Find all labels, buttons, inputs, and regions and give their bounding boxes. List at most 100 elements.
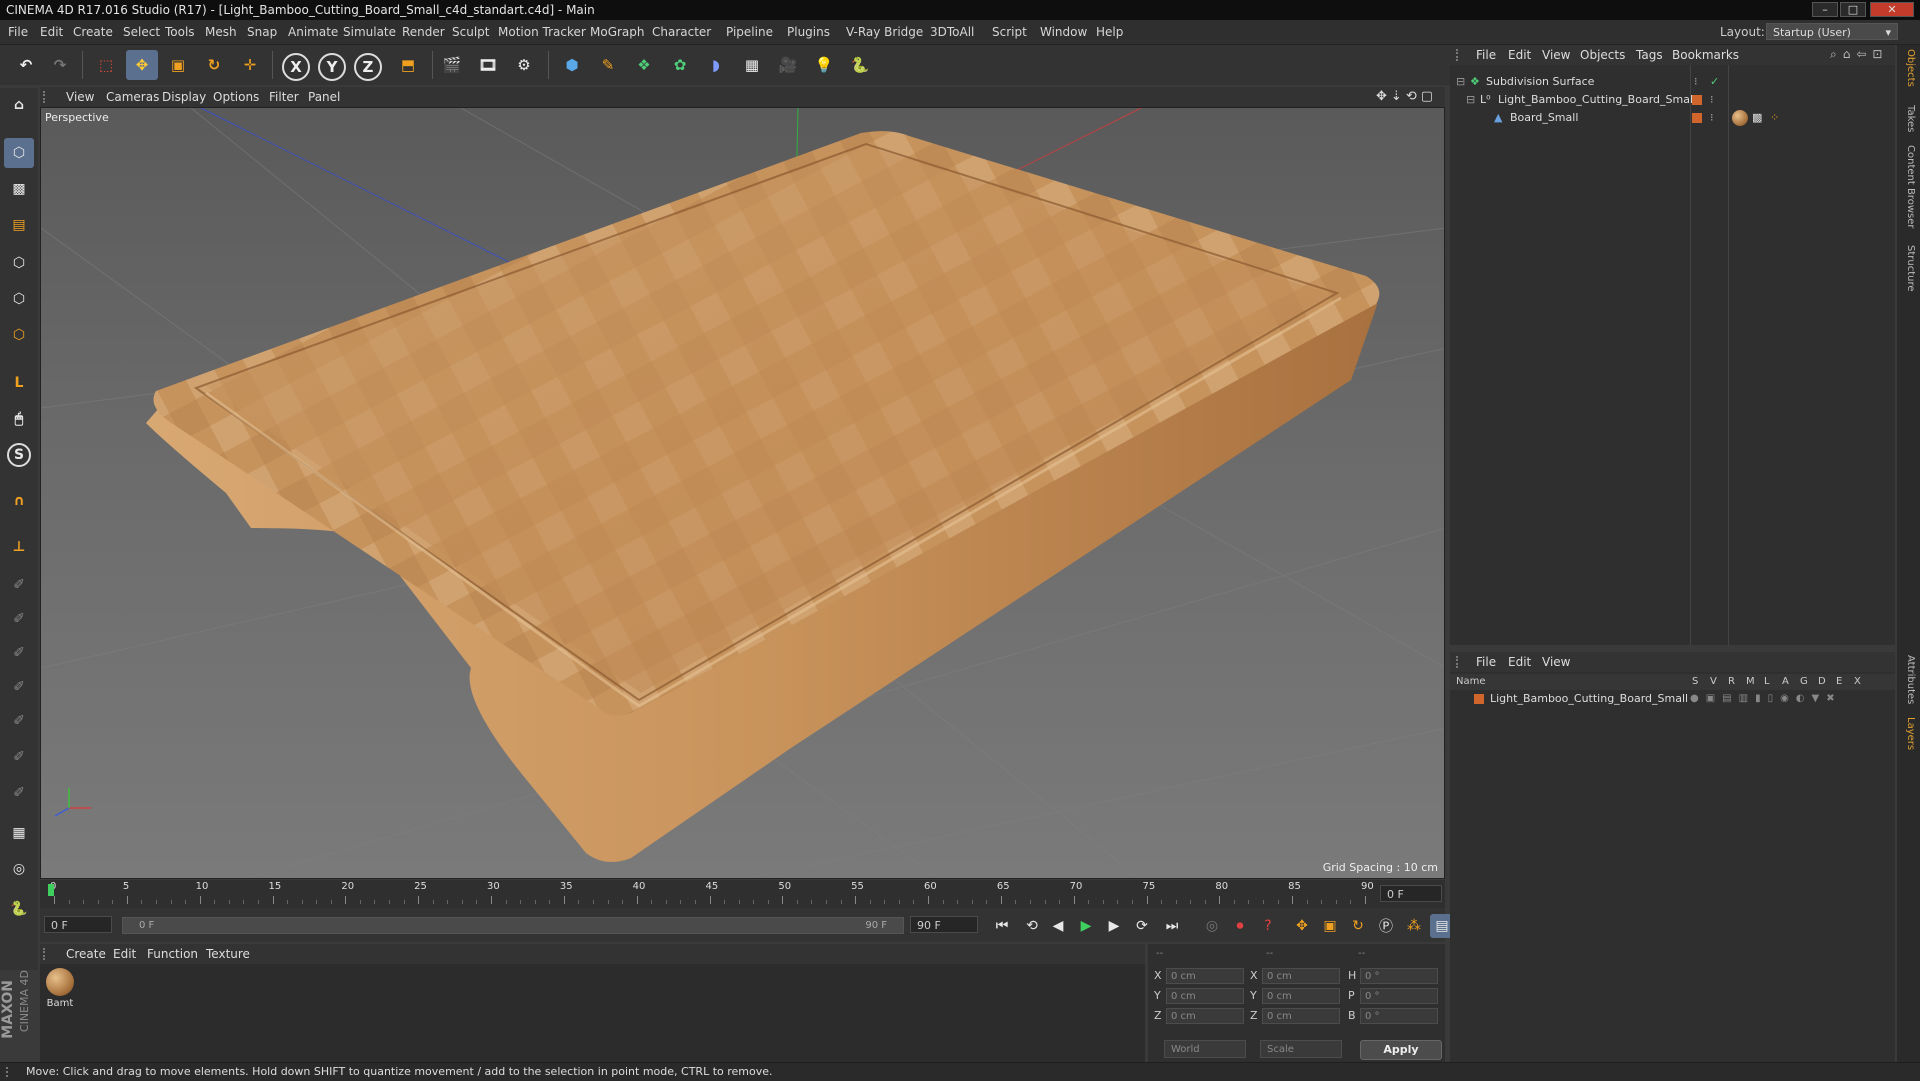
playhead-marker[interactable] bbox=[48, 884, 54, 896]
pen-spline-button[interactable]: ✎ bbox=[592, 50, 624, 80]
axis-mode-button[interactable]: L bbox=[4, 368, 34, 398]
layers-menu-file[interactable]: File bbox=[1476, 652, 1496, 672]
make-editable-button[interactable]: ⌂ bbox=[4, 90, 34, 120]
menu-script[interactable]: Script bbox=[992, 20, 1027, 44]
coord-size-x-field[interactable]: 0 cm bbox=[1262, 968, 1340, 984]
workplane-axis-button[interactable]: ⊥ bbox=[4, 532, 34, 562]
coord-type-dropdown[interactable]: Scale bbox=[1260, 1040, 1342, 1058]
search-icon[interactable]: ⌕⌂⇦⊡ bbox=[1830, 47, 1888, 62]
scale-tool-button[interactable]: ▣ bbox=[162, 50, 194, 80]
move-tool-button[interactable]: ✥ bbox=[126, 50, 158, 80]
menu-mesh[interactable]: Mesh bbox=[205, 20, 237, 44]
coord-pos-x-field[interactable]: 0 cm bbox=[1166, 968, 1244, 984]
menu-edit[interactable]: Edit bbox=[40, 20, 63, 44]
key-pla-button[interactable]: ⁂ bbox=[1402, 914, 1426, 938]
range-slider[interactable]: 0 F 90 F bbox=[122, 917, 904, 934]
x-axis-button[interactable]: X bbox=[282, 53, 310, 81]
menu-animate[interactable]: Animate bbox=[288, 20, 338, 44]
menu-pipeline[interactable]: Pipeline bbox=[726, 20, 773, 44]
key-rotation-button[interactable]: ↻ bbox=[1346, 914, 1370, 938]
menu-sculpt[interactable]: Sculpt bbox=[452, 20, 489, 44]
tweak-mode-button[interactable]: 🖱 bbox=[4, 404, 34, 434]
visibility-dots-icon[interactable]: ⁝ bbox=[1694, 73, 1698, 91]
coord-pos-y-field[interactable]: 0 cm bbox=[1166, 988, 1244, 1004]
python-script-button[interactable]: 🐍 bbox=[4, 894, 34, 924]
brush-tool-5[interactable]: ✐ bbox=[4, 706, 34, 736]
viewport-menu-filter[interactable]: Filter bbox=[269, 87, 299, 107]
coord-rot-b-field[interactable]: 0 ° bbox=[1360, 1008, 1438, 1024]
undo-button[interactable]: ↶ bbox=[10, 50, 42, 80]
material-menu-create[interactable]: Create bbox=[66, 944, 106, 964]
end-frame-field[interactable]: 90 F bbox=[910, 916, 978, 933]
menu-vray-bridge[interactable]: V-Ray Bridge bbox=[846, 20, 923, 44]
tab-structure[interactable]: Structure bbox=[1900, 245, 1916, 292]
menu-motion-tracker[interactable]: Motion Tracker bbox=[498, 20, 586, 44]
layout-dropdown[interactable]: Startup (User) ▾ bbox=[1766, 23, 1898, 40]
menu-create[interactable]: Create bbox=[73, 20, 113, 44]
objects-menu-file[interactable]: File bbox=[1476, 45, 1496, 65]
current-frame-field[interactable]: 0 F bbox=[1380, 885, 1442, 902]
edges-mode-button[interactable]: ⬡ bbox=[4, 284, 34, 314]
objects-menu-bookmarks[interactable]: Bookmarks bbox=[1672, 45, 1739, 65]
brush-tool-1[interactable]: ✐ bbox=[4, 570, 34, 600]
render-picture-viewer-button[interactable]: 🎞 bbox=[472, 50, 504, 80]
collapse-icon[interactable]: ⊟ bbox=[1456, 73, 1465, 91]
coordinate-system-button[interactable]: ⬒ bbox=[392, 50, 424, 80]
timeline-ruler[interactable]: 051015202530354045505560657075808590 0 F bbox=[40, 880, 1445, 908]
menu-file[interactable]: File bbox=[8, 20, 28, 44]
y-axis-button[interactable]: Y bbox=[318, 53, 346, 81]
objects-menu-objects[interactable]: Objects bbox=[1580, 45, 1625, 65]
enabled-check-icon[interactable]: ✓ bbox=[1710, 73, 1719, 91]
light-button[interactable]: 💡 bbox=[808, 50, 840, 80]
redo-button[interactable]: ↷ bbox=[44, 50, 76, 80]
live-selection-button[interactable]: ⬚ bbox=[90, 50, 122, 80]
menu-help[interactable]: Help bbox=[1096, 20, 1123, 44]
close-button[interactable]: ✕ bbox=[1870, 2, 1914, 17]
points-mode-button[interactable]: ⬡ bbox=[4, 248, 34, 278]
workplane-mode-button[interactable]: ▤ bbox=[4, 210, 34, 240]
menu-tools[interactable]: Tools bbox=[165, 20, 195, 44]
texture-mode-button[interactable]: ▩ bbox=[4, 174, 34, 204]
layer-row[interactable]: Light_Bamboo_Cutting_Board_Small ●▣▤▥▮▯◉… bbox=[1450, 690, 1895, 708]
polygons-mode-button[interactable]: ⬡ bbox=[4, 320, 34, 350]
material-tag-icon[interactable] bbox=[1732, 110, 1748, 126]
motion-record-button[interactable]: ◎ bbox=[1200, 914, 1224, 938]
cloner-button[interactable]: ✿ bbox=[664, 50, 696, 80]
object-row-subdivision[interactable]: ⊟ ❖ Subdivision Surface ⁝ ✓ bbox=[1450, 73, 1895, 91]
python-button[interactable]: 🐍 bbox=[844, 50, 876, 80]
material-item[interactable]: Bamt bbox=[44, 968, 76, 1012]
material-menu-function[interactable]: Function bbox=[147, 944, 198, 964]
prev-frame-button[interactable]: ◀ bbox=[1046, 914, 1070, 938]
magnet-button[interactable]: ∩ bbox=[4, 486, 34, 516]
grid-lock-button[interactable]: ▦ bbox=[4, 818, 34, 848]
start-frame-field[interactable]: 0 F bbox=[44, 916, 112, 933]
menu-3dtoall[interactable]: 3DToAll bbox=[930, 20, 974, 44]
layer-color-swatch[interactable] bbox=[1692, 95, 1702, 105]
coord-rot-h-field[interactable]: 0 ° bbox=[1360, 968, 1438, 984]
layers-menu-edit[interactable]: Edit bbox=[1508, 652, 1531, 672]
key-parameter-button[interactable]: Ⓟ bbox=[1374, 914, 1398, 938]
tab-takes[interactable]: Takes bbox=[1900, 105, 1916, 132]
next-key-button[interactable]: ⟳ bbox=[1130, 914, 1154, 938]
objects-menu-view[interactable]: View bbox=[1542, 45, 1570, 65]
tab-content-browser[interactable]: Content Browser bbox=[1900, 145, 1916, 228]
deformer-button[interactable]: ◗ bbox=[700, 50, 732, 80]
render-settings-button[interactable]: ⚙ bbox=[508, 50, 540, 80]
layers-menu-view[interactable]: View bbox=[1542, 652, 1570, 672]
subdivision-button[interactable]: ❖ bbox=[628, 50, 660, 80]
tab-layers[interactable]: Layers bbox=[1900, 717, 1916, 750]
perspective-viewport[interactable]: Perspective Grid Spacing: 10 cm bbox=[40, 107, 1445, 879]
viewport-menu-display[interactable]: Display bbox=[162, 87, 206, 107]
z-axis-button[interactable]: Z bbox=[354, 53, 382, 81]
menu-render[interactable]: Render bbox=[402, 20, 445, 44]
brush-tool-7[interactable]: ✐ bbox=[4, 778, 34, 808]
layer-color-swatch[interactable] bbox=[1474, 694, 1484, 704]
object-row-light-bamboo[interactable]: ⊟ L⁰ Light_Bamboo_Cutting_Board_Small ⁝ bbox=[1450, 91, 1895, 109]
layer-color-swatch[interactable] bbox=[1692, 113, 1702, 123]
menu-select[interactable]: Select bbox=[123, 20, 160, 44]
objects-menu-tags[interactable]: Tags bbox=[1636, 45, 1663, 65]
render-view-button[interactable]: 🎬 bbox=[436, 50, 468, 80]
next-frame-button[interactable]: ▶ bbox=[1102, 914, 1126, 938]
viewport-menu-cameras[interactable]: Cameras bbox=[106, 87, 159, 107]
minimize-button[interactable]: – bbox=[1812, 2, 1838, 17]
